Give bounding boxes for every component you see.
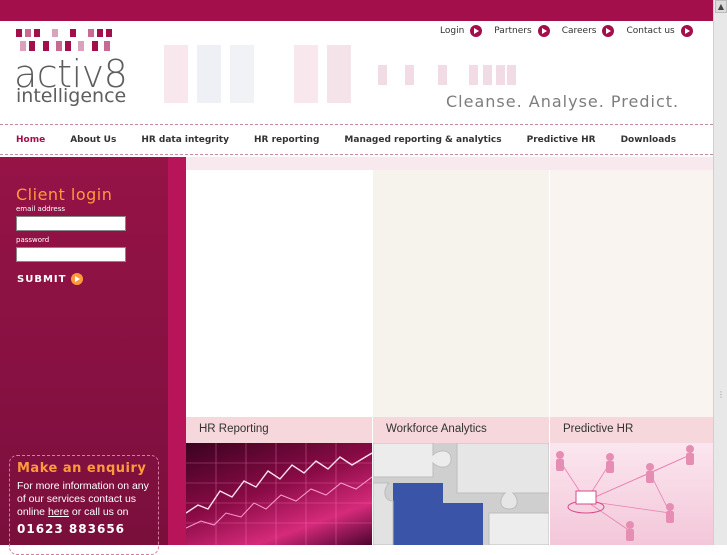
arrow-right-icon xyxy=(680,25,693,37)
decor-bar xyxy=(496,65,505,85)
enquiry-text: For more information on any of our servi… xyxy=(17,480,151,519)
contact-us-link-label: Contact us xyxy=(626,26,675,36)
arrow-right-icon xyxy=(602,25,615,37)
password-field[interactable] xyxy=(16,247,126,262)
decor-bar xyxy=(164,45,188,103)
logo-squares xyxy=(16,29,114,53)
password-label: password xyxy=(16,236,50,244)
nav-managed-reporting[interactable]: Managed reporting & analytics xyxy=(344,135,501,145)
nav-hr-reporting[interactable]: HR reporting xyxy=(254,135,319,145)
header: activ8 intelligence Cleanse. Analyse. Pr… xyxy=(0,21,713,124)
decor-bar xyxy=(469,65,478,85)
arrow-right-icon xyxy=(470,25,483,37)
partners-link[interactable]: Partners xyxy=(494,25,550,37)
tagline: Cleanse. Analyse. Predict. xyxy=(446,92,680,111)
top-links: Login Partners Careers Contact us xyxy=(440,25,705,37)
careers-link[interactable]: Careers xyxy=(562,25,615,37)
network-people-image[interactable] xyxy=(550,443,713,545)
decor-bar xyxy=(483,65,492,85)
column-title[interactable]: Predictive HR xyxy=(550,417,713,443)
column-panel xyxy=(550,170,713,417)
submit-button[interactable]: SUBMIT xyxy=(17,273,84,285)
arrow-right-icon xyxy=(537,25,550,37)
nav-about-us[interactable]: About Us xyxy=(70,135,116,145)
decor-bar xyxy=(197,45,221,103)
client-login-title: Client login xyxy=(16,185,113,204)
decor-bar xyxy=(327,45,351,103)
sidebar-edge xyxy=(168,157,186,545)
sidebar: Client login email address password SUBM… xyxy=(0,157,168,555)
nav-downloads[interactable]: Downloads xyxy=(621,135,677,145)
column-workforce-analytics: Workforce Analytics xyxy=(373,170,549,545)
email-field[interactable] xyxy=(16,216,126,231)
stock-chart-image[interactable] xyxy=(186,443,372,545)
submit-label: SUBMIT xyxy=(17,273,67,285)
vertical-scrollbar[interactable]: ▲ ⋮ xyxy=(713,0,727,545)
enquiry-box: Make an enquiry For more information on … xyxy=(9,455,159,555)
arrow-right-icon xyxy=(71,273,84,285)
enquiry-title: Make an enquiry xyxy=(17,461,147,476)
nav-hr-data-integrity[interactable]: HR data integrity xyxy=(141,135,229,145)
column-panel xyxy=(186,170,372,417)
partners-link-label: Partners xyxy=(494,26,532,36)
column-predictive-hr: Predictive HR xyxy=(550,170,713,545)
puzzle-image[interactable] xyxy=(373,443,549,545)
column-panel xyxy=(373,170,549,417)
scroll-grip-icon[interactable]: ⋮ xyxy=(715,390,727,404)
nav-predictive-hr[interactable]: Predictive HR xyxy=(527,135,596,145)
login-link-label: Login xyxy=(440,26,465,36)
decor-bar xyxy=(405,65,414,85)
decor-bar xyxy=(438,65,447,85)
scroll-up-icon[interactable]: ▲ xyxy=(715,0,727,13)
enquiry-here-link[interactable]: here xyxy=(48,506,69,518)
column-hr-reporting: HR Reporting xyxy=(186,170,372,545)
column-title[interactable]: Workforce Analytics xyxy=(373,417,549,443)
decor-bar xyxy=(507,65,516,85)
nav-band xyxy=(186,157,713,170)
top-bar xyxy=(0,0,713,21)
email-label: email address xyxy=(16,205,66,213)
careers-link-label: Careers xyxy=(561,26,597,36)
stock-chart-graphic xyxy=(186,443,372,545)
contact-us-link[interactable]: Contact us xyxy=(626,25,693,37)
decor-bar xyxy=(230,45,254,103)
main-nav: Home About Us HR data integrity HR repor… xyxy=(0,124,713,155)
logo-subtitle: intelligence xyxy=(16,85,127,107)
enquiry-phone: 01623 883656 xyxy=(17,522,126,536)
decor-bar xyxy=(294,45,318,103)
enquiry-text-end: or call us on xyxy=(71,506,129,518)
decor-bar xyxy=(378,65,387,85)
puzzle-graphic xyxy=(373,443,549,545)
column-title[interactable]: HR Reporting xyxy=(186,417,372,443)
nav-home[interactable]: Home xyxy=(16,135,45,145)
login-link[interactable]: Login xyxy=(440,25,483,37)
network-graphic xyxy=(556,445,694,541)
